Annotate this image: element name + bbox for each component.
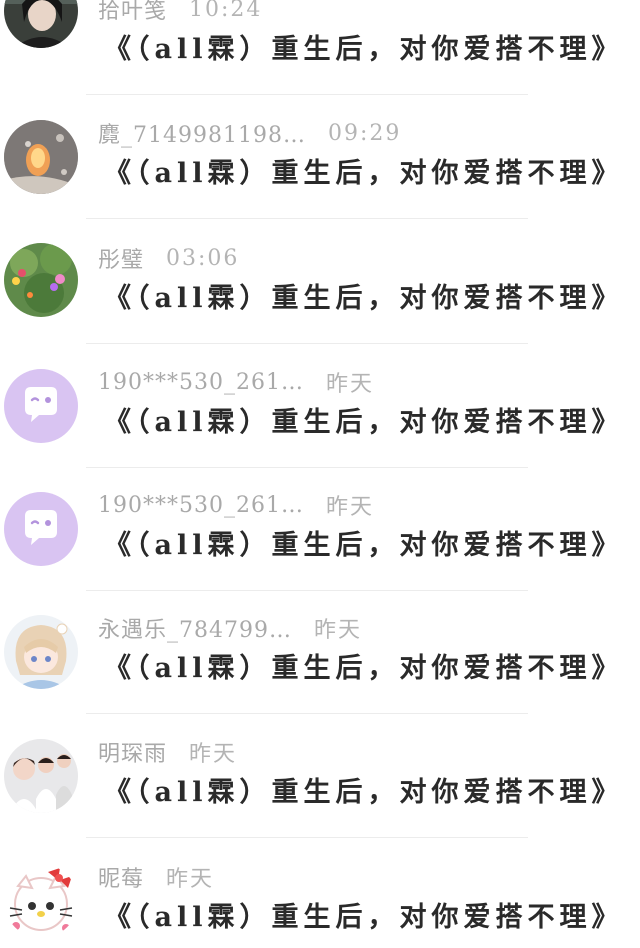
message-text[interactable]: 《（all霖）重生后，对你爱搭不理》 bbox=[104, 898, 624, 938]
list-item[interactable]: 190***530_261… 昨天 《（all霖）重生后，对你爱搭不理》 bbox=[0, 347, 640, 471]
divider bbox=[86, 94, 528, 95]
message-meta: 麑_7149981198… 09:29 bbox=[98, 117, 402, 149]
message-meta: 190***530_261… 昨天 bbox=[98, 490, 374, 521]
divider bbox=[86, 467, 528, 468]
list-item[interactable]: 永遇乐_784799… 昨天 《（all霖）重生后，对你爱搭不理》 bbox=[0, 593, 640, 717]
message-time: 昨天 bbox=[313, 618, 362, 643]
message-time: 03:06 bbox=[166, 245, 240, 271]
message-text[interactable]: 《（all霖）重生后，对你爱搭不理》 bbox=[104, 649, 624, 689]
group-photo-avatar[interactable] bbox=[4, 739, 78, 813]
message-text[interactable]: 《（all霖）重生后，对你爱搭不理》 bbox=[104, 279, 624, 319]
sender-name[interactable]: 190***530_261… bbox=[98, 370, 304, 395]
default-chat-bubble-avatar[interactable] bbox=[4, 369, 78, 443]
message-text[interactable]: 《（all霖）重生后，对你爱搭不理》 bbox=[104, 154, 624, 194]
message-time: 昨天 bbox=[325, 495, 374, 520]
message-meta: 190***530_261… 昨天 bbox=[98, 367, 374, 398]
divider bbox=[86, 837, 528, 838]
message-text[interactable]: 《（all霖）重生后，对你爱搭不理》 bbox=[104, 30, 624, 70]
list-item[interactable]: 190***530_261… 昨天 《（all霖）重生后，对你爱搭不理》 bbox=[0, 470, 640, 594]
list-item[interactable]: 麑_7149981198… 09:29 《（all霖）重生后，对你爱搭不理》 bbox=[0, 98, 640, 222]
divider bbox=[86, 218, 528, 219]
sender-name[interactable]: 拾叶笺 bbox=[98, 0, 167, 25]
hello-kitty-avatar[interactable] bbox=[4, 864, 78, 938]
message-meta: 永遇乐_784799… 昨天 bbox=[98, 613, 362, 643]
sender-name[interactable]: 明琛雨 bbox=[98, 736, 167, 768]
default-chat-bubble-avatar[interactable] bbox=[4, 492, 78, 566]
message-text[interactable]: 《（all霖）重生后，对你爱搭不理》 bbox=[104, 526, 624, 566]
message-text[interactable]: 《（all霖）重生后，对你爱搭不理》 bbox=[104, 773, 624, 813]
sender-name[interactable]: 昵莓 bbox=[98, 861, 144, 893]
flowers-avatar[interactable] bbox=[4, 243, 78, 317]
divider bbox=[86, 713, 528, 714]
message-meta: 拾叶笺 10:24 bbox=[98, 0, 262, 24]
message-time: 昨天 bbox=[325, 372, 374, 397]
message-meta: 昵莓 昨天 bbox=[98, 862, 214, 892]
candle-light-avatar[interactable] bbox=[4, 120, 78, 194]
sender-name[interactable]: 麑_7149981198… bbox=[98, 117, 306, 149]
list-item[interactable]: 明琛雨 昨天 《（all霖）重生后，对你爱搭不理》 bbox=[0, 717, 640, 841]
message-text[interactable]: 《（all霖）重生后，对你爱搭不理》 bbox=[104, 403, 624, 443]
message-meta: 彤璧 03:06 bbox=[98, 242, 240, 274]
divider bbox=[86, 590, 528, 591]
message-time: 09:29 bbox=[327, 120, 402, 146]
list-item[interactable]: 彤璧 03:06 《（all霖）重生后，对你爱搭不理》 bbox=[0, 223, 640, 347]
sender-name[interactable]: 永遇乐_784799… bbox=[98, 612, 292, 644]
divider bbox=[86, 343, 528, 344]
anime-girl-avatar[interactable] bbox=[4, 615, 78, 689]
message-time: 10:24 bbox=[189, 0, 263, 22]
dark-portrait-avatar[interactable] bbox=[4, 0, 78, 48]
message-meta: 明琛雨 昨天 bbox=[98, 737, 237, 767]
sender-name[interactable]: 彤璧 bbox=[98, 242, 144, 274]
list-item[interactable]: 昵莓 昨天 《（all霖）重生后，对你爱搭不理》 bbox=[0, 842, 640, 948]
message-time: 昨天 bbox=[166, 867, 215, 892]
message-list: 拾叶笺 10:24 《（all霖）重生后，对你爱搭不理》 麑_714998119… bbox=[0, 0, 640, 948]
message-time: 昨天 bbox=[189, 742, 238, 767]
sender-name[interactable]: 190***530_261… bbox=[98, 493, 304, 518]
list-item[interactable]: 拾叶笺 10:24 《（all霖）重生后，对你爱搭不理》 bbox=[0, 0, 640, 98]
